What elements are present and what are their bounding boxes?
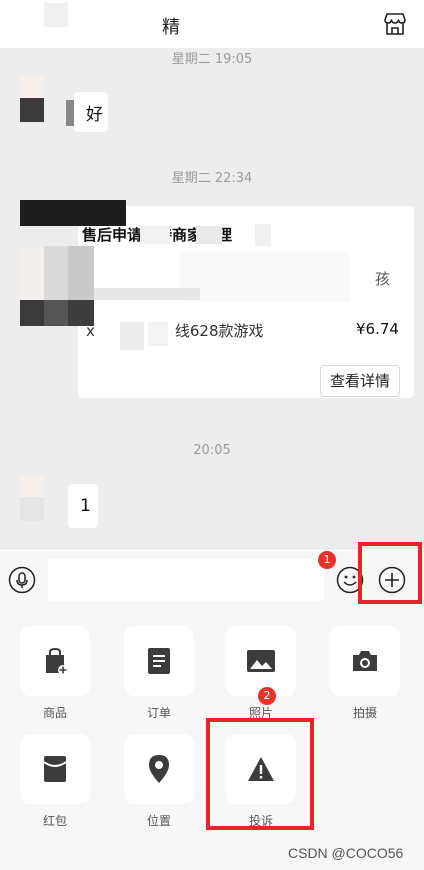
location-label: 位置 <box>146 814 171 828</box>
camera-button[interactable] <box>330 626 400 696</box>
order-document-icon <box>148 648 170 674</box>
blur-mask <box>20 200 126 226</box>
step-badge: 1 <box>318 551 336 569</box>
back-icon[interactable] <box>44 3 68 27</box>
avatar <box>20 76 44 122</box>
red-envelope-label: 红包 <box>42 814 67 828</box>
chat-timestamp: 20:05 <box>193 443 231 458</box>
blur-mask <box>196 226 222 244</box>
blur-mask <box>44 246 68 300</box>
image-icon <box>247 650 275 672</box>
item-price: ¥6.74 <box>356 320 399 338</box>
title-blur-mask <box>185 8 235 40</box>
red-envelope-icon <box>43 756 67 782</box>
message-text: 1 <box>80 496 91 516</box>
photo-button[interactable] <box>226 626 296 696</box>
top-bar: 精 城 <box>0 0 424 48</box>
step-badge: 2 <box>258 687 276 705</box>
red-envelope-button[interactable] <box>20 734 90 804</box>
location-pin-icon <box>149 755 169 783</box>
goods-button[interactable] <box>20 626 90 696</box>
highlight-box <box>206 718 314 830</box>
blur-mask <box>255 224 271 246</box>
order-button[interactable] <box>124 626 194 696</box>
message-bubble[interactable]: 1 <box>68 484 98 528</box>
message-input[interactable] <box>48 559 324 601</box>
shop-icon[interactable] <box>382 11 408 37</box>
blur-mask <box>140 226 170 244</box>
watermark: CSDN @COCO56 <box>288 845 404 861</box>
location-button[interactable] <box>124 734 194 804</box>
blur-mask <box>44 300 68 326</box>
blur-mask <box>66 100 74 126</box>
highlight-box <box>358 542 422 604</box>
view-details-button[interactable]: 查看详情 <box>320 365 400 397</box>
message-bubble[interactable]: 好 <box>74 92 108 132</box>
blur-mask <box>90 288 200 300</box>
microphone-icon[interactable] <box>8 566 36 594</box>
goods-label: 商品 <box>42 706 67 720</box>
chat-timestamp: 星期二 22:34 <box>171 171 253 186</box>
item-prefix: x <box>86 322 95 340</box>
order-tag: 孩 <box>374 270 390 288</box>
order-item: x 线628款游戏 <box>86 320 264 341</box>
blur-mask <box>20 300 44 326</box>
camera-icon <box>353 651 377 671</box>
chat-timestamp: 星期二 19:05 <box>171 52 253 67</box>
order-label: 订单 <box>146 706 171 720</box>
blur-mask <box>20 246 44 300</box>
shopping-bag-icon <box>46 647 68 675</box>
camera-label: 拍摄 <box>352 706 377 720</box>
message-text: 好 <box>86 104 103 125</box>
item-name: 线628款游戏 <box>174 322 264 340</box>
blur-mask <box>180 252 350 302</box>
blur-mask <box>68 246 94 300</box>
avatar <box>20 475 44 521</box>
